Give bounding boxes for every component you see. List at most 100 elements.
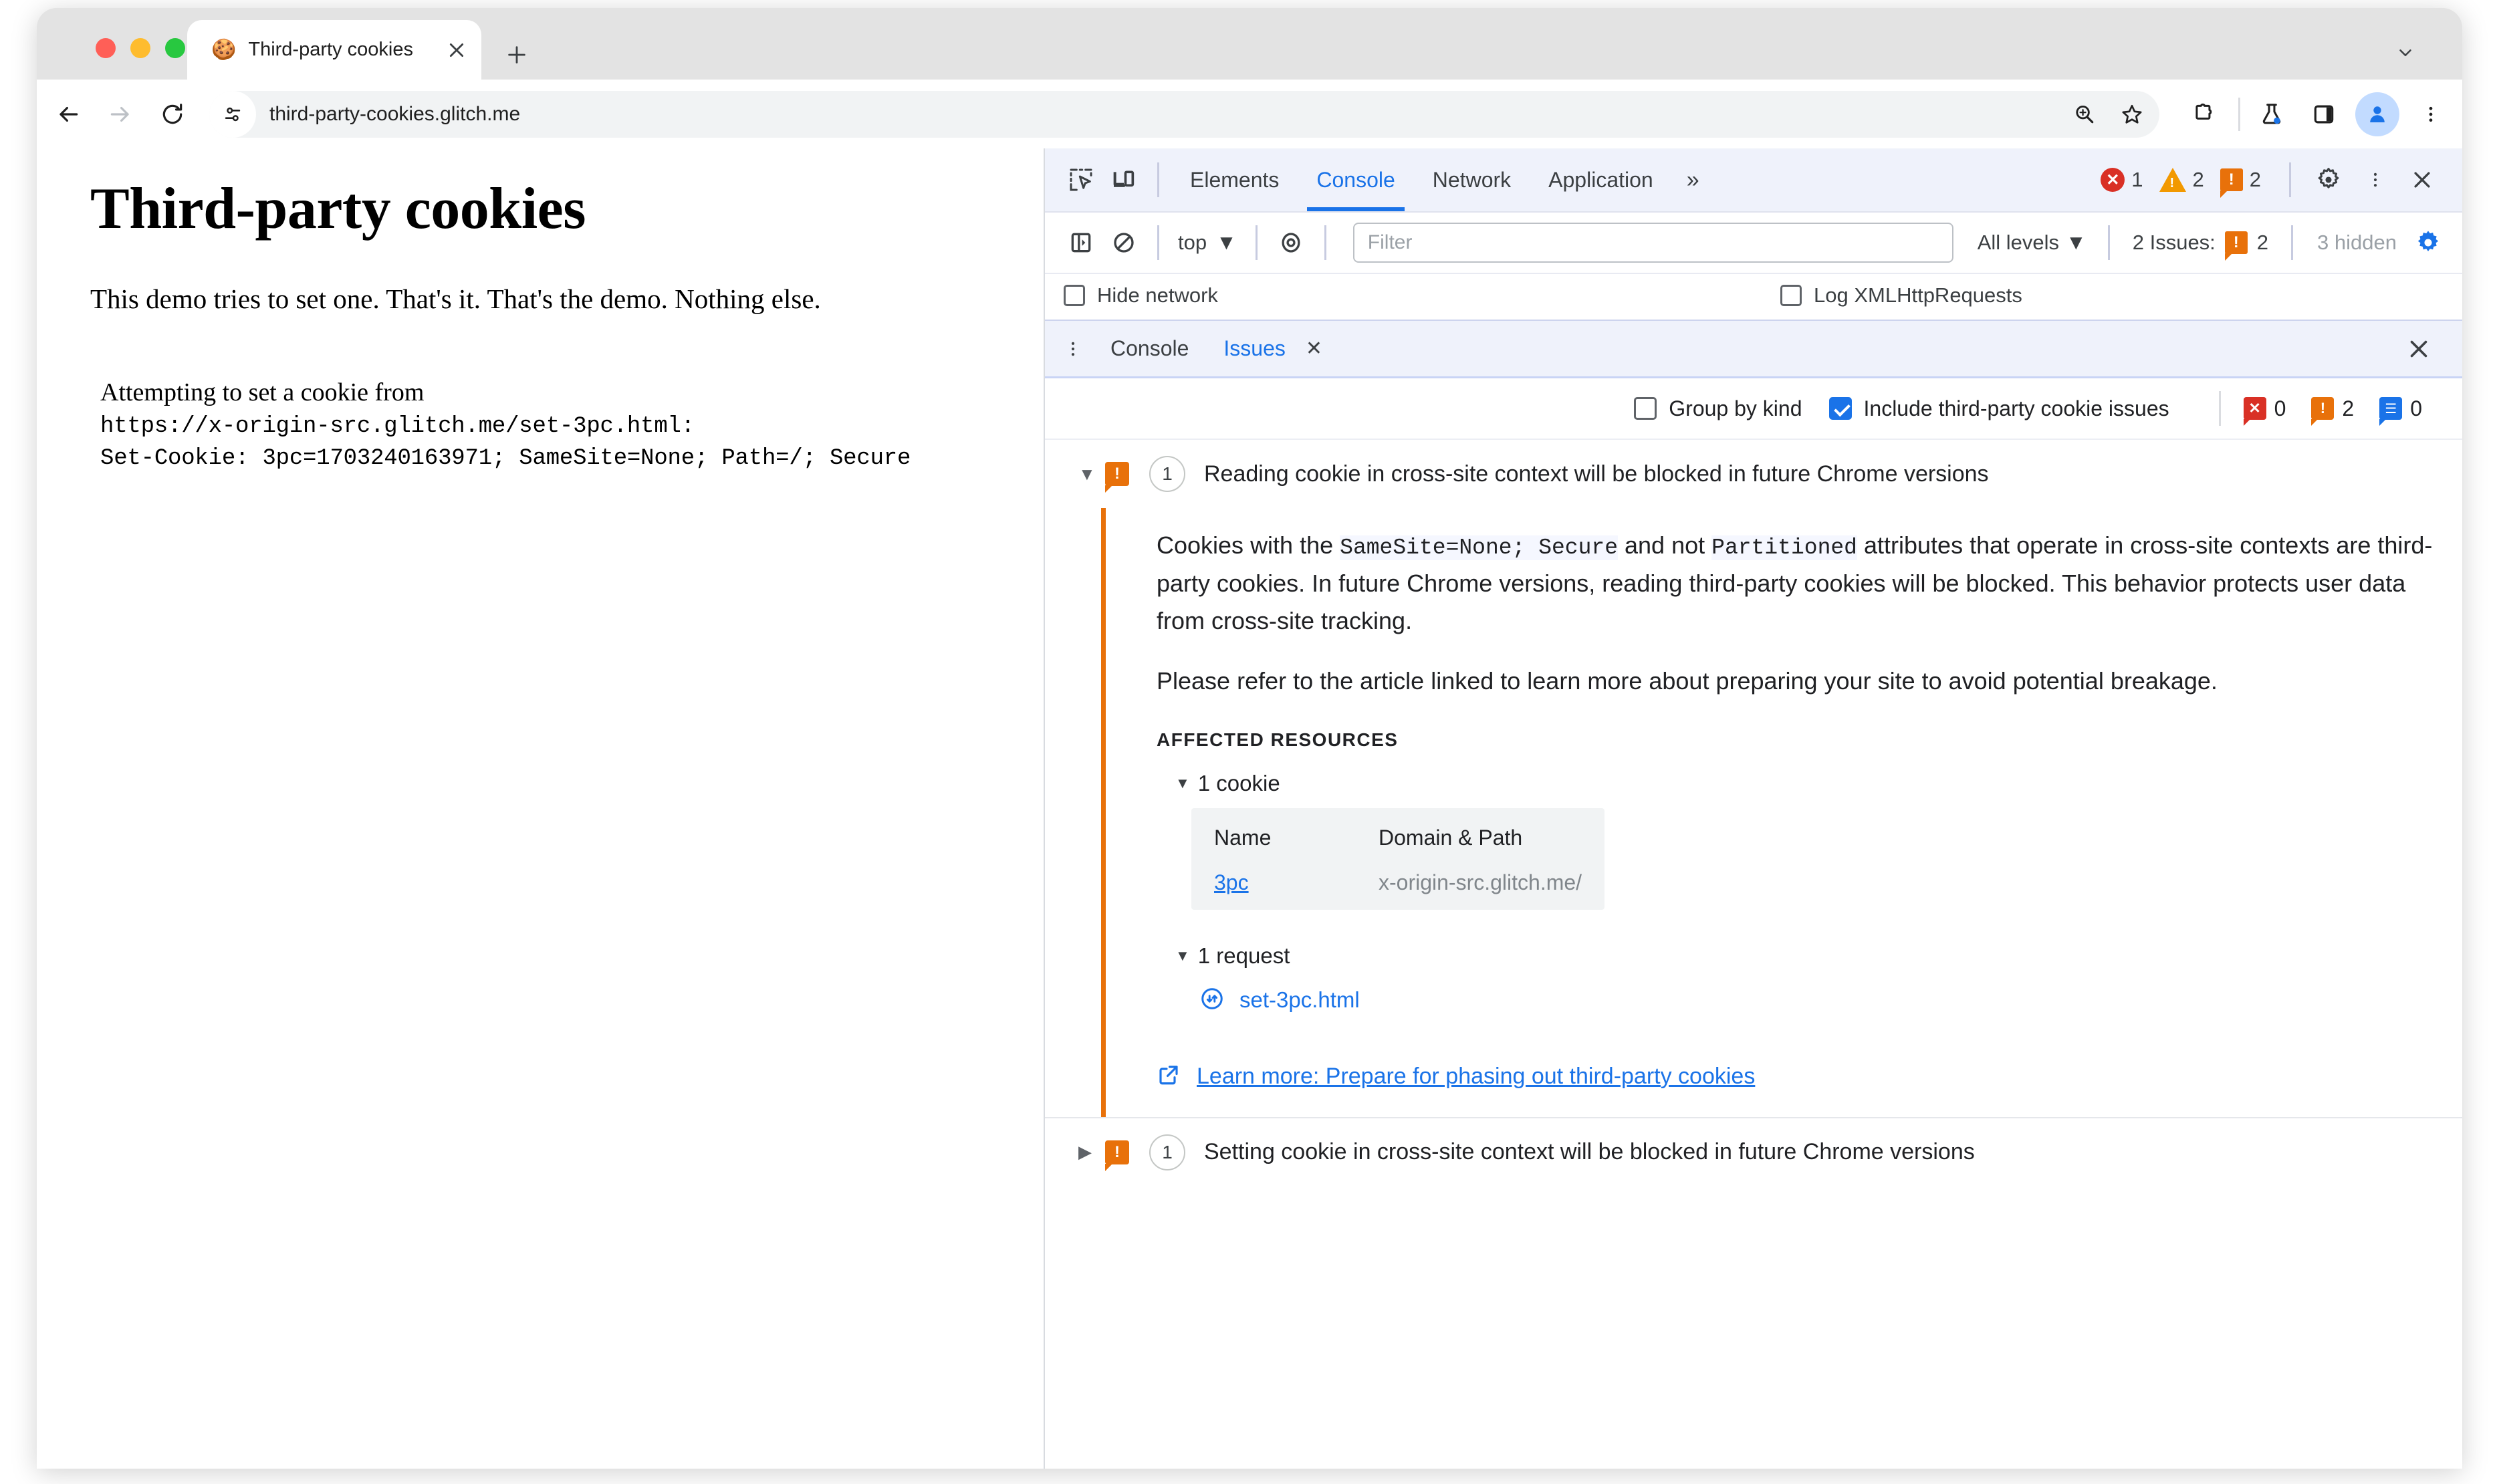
cookie-domain-path: x-origin-src.glitch.me/ (1379, 870, 1582, 894)
cookie-name-link[interactable]: 3pc (1214, 870, 1379, 895)
live-expression-eye-icon[interactable] (1270, 221, 1312, 264)
console-filter-input[interactable]: Filter (1352, 223, 1953, 263)
issue-header[interactable]: ▼ ! 1 Reading cookie in cross-site conte… (1045, 440, 2462, 508)
chevron-down-icon[interactable]: ▼ (1078, 464, 1105, 485)
issues-counters: ✕ 0 ! 2 ☰ 0 (2243, 396, 2442, 426)
drawer-tab-issues[interactable]: Issues (1206, 321, 1302, 378)
extensions-icon[interactable] (2183, 94, 2225, 135)
drawer-tab-console[interactable]: Console (1093, 321, 1206, 378)
page-attempt-label: Attempting to set a cookie from (100, 378, 425, 406)
issues-error-count: ✕ 0 (2243, 396, 2286, 426)
maximize-window-button[interactable] (165, 38, 185, 58)
devtools-menu-icon[interactable] (2354, 158, 2397, 201)
tab-application[interactable]: Application (1530, 148, 1672, 211)
close-issues-tab-icon[interactable]: ✕ (1294, 321, 1334, 378)
console-levels-selector[interactable]: All levels ▼ (1968, 231, 2096, 255)
address-bar-url[interactable]: third-party-cookies.glitch.me (269, 103, 2063, 126)
tab-strip: 🍪 Third-party cookies (37, 8, 2462, 80)
issue-title: Reading cookie in cross-site context wil… (1204, 461, 1989, 487)
request-group-toggle[interactable]: ▼ 1 request (1175, 943, 2462, 969)
clear-console-icon[interactable] (1102, 221, 1145, 264)
side-panel-icon[interactable] (2303, 94, 2345, 135)
hide-network-checkbox[interactable]: Hide network (1064, 283, 1218, 307)
cookie-group-toggle[interactable]: ▼ 1 cookie (1175, 771, 2462, 796)
reload-icon[interactable] (152, 94, 193, 135)
tab-console[interactable]: Console (1298, 148, 1413, 211)
back-icon[interactable] (47, 94, 89, 135)
console-levels-value: All levels (1977, 231, 2060, 254)
log-xhr-checkbox[interactable]: Log XMLHttpRequests (1780, 283, 2022, 307)
log-xhr-label: Log XMLHttpRequests (1814, 283, 2022, 307)
chevron-down-icon: ▼ (1175, 774, 1190, 791)
issue-count-value: 2 (2249, 168, 2261, 191)
issue-paragraph-2: Please refer to the article linked to le… (1157, 666, 2218, 695)
close-devtools-icon[interactable] (2401, 158, 2444, 201)
chrome-menu-icon[interactable] (2410, 94, 2452, 135)
tab-search-chevron-icon[interactable] (2389, 36, 2422, 70)
counters-divider (2289, 162, 2291, 197)
minimize-window-button[interactable] (130, 38, 150, 58)
content-area: Third-party cookies This demo tries to s… (37, 148, 2462, 1469)
chevron-right-icon[interactable]: ▶ (1078, 1142, 1105, 1162)
forward-icon[interactable] (100, 94, 141, 135)
zoom-icon[interactable] (2063, 94, 2105, 135)
inspect-element-icon[interactable] (1060, 158, 1102, 201)
page-source-url: https://x-origin-src.glitch.me/set-3pc.h… (100, 414, 695, 439)
affected-request-item[interactable]: set-3pc.html (1199, 986, 2462, 1015)
profile-icon[interactable] (2355, 92, 2399, 136)
issues-info-count-value: 0 (2410, 396, 2422, 420)
warning-icon: ! (2311, 397, 2335, 426)
cookie-icon: 🍪 (211, 38, 237, 61)
issue-icon: ! (2224, 231, 2248, 261)
issue-paragraph-1: Cookies with the SameSite=None; Secure a… (1157, 527, 2454, 640)
devtools-drawer: Console Issues ✕ Group by kind Include t… (1045, 320, 2462, 1469)
drawer-menu-icon[interactable] (1053, 340, 1093, 358)
site-info-icon[interactable] (209, 90, 256, 138)
issue-header[interactable]: ▶ ! 1 Setting cookie in cross-site conte… (1045, 1118, 2462, 1187)
console-context-selector[interactable]: top ▼ (1171, 231, 1243, 255)
issues-toolbar-divider (2218, 391, 2221, 426)
tab-title: Third-party cookies (248, 39, 413, 60)
new-tab-button[interactable] (498, 36, 536, 74)
filterbar-divider-4 (2107, 225, 2110, 260)
code-samesite-none-secure: SameSite=None; Secure (1340, 535, 1619, 560)
learn-more-link[interactable]: Learn more: Prepare for phasing out thir… (1197, 1064, 1755, 1090)
labs-flask-icon[interactable] (2251, 94, 2292, 135)
warning-icon (2159, 168, 2186, 192)
console-context-value: top (1178, 231, 1207, 254)
web-page-viewport: Third-party cookies This demo tries to s… (37, 148, 1045, 1469)
gear-icon[interactable] (2307, 158, 2350, 201)
chevron-down-icon: ▼ (1175, 947, 1190, 964)
checkbox-icon (1780, 285, 1802, 306)
group-by-kind-checkbox[interactable]: Group by kind (1634, 396, 1802, 421)
address-bar[interactable]: third-party-cookies.glitch.me (209, 90, 2159, 138)
issue-occurrence-count: 1 (1149, 456, 1185, 492)
console-sidebar-icon[interactable] (1060, 221, 1102, 264)
browser-window: 🍪 Third-party cookies third-party-cookie… (37, 8, 2462, 1469)
bookmark-star-icon[interactable] (2111, 94, 2153, 135)
close-tab-icon[interactable] (441, 35, 472, 66)
tabbar-divider (1157, 162, 1159, 197)
external-link-icon (1157, 1063, 1181, 1090)
more-tabs-icon[interactable]: » (1672, 167, 1714, 193)
include-third-party-checkbox[interactable]: Include third-party cookie issues (1828, 396, 2169, 421)
tab-elements[interactable]: Elements (1171, 148, 1298, 211)
tab-network[interactable]: Network (1414, 148, 1530, 211)
issue-count[interactable]: ! 2 (2220, 168, 2261, 198)
learn-more-row[interactable]: Learn more: Prepare for phasing out thir… (1157, 1063, 2462, 1090)
browser-tab[interactable]: 🍪 Third-party cookies (187, 20, 481, 80)
console-issues-summary[interactable]: 2 Issues: ! 2 (2122, 231, 2279, 261)
close-window-button[interactable] (96, 38, 116, 58)
console-issues-label: 2 Issues: (2132, 231, 2216, 254)
issues-info-count: ☰ 0 (2379, 396, 2422, 426)
warning-count[interactable]: 2 (2159, 168, 2204, 192)
filterbar-divider-3 (1324, 225, 1326, 260)
issue-title: Setting cookie in cross-site context wil… (1204, 1139, 1975, 1165)
request-link[interactable]: set-3pc.html (1239, 987, 1360, 1013)
device-toolbar-icon[interactable] (1102, 158, 1145, 201)
close-drawer-icon[interactable] (2395, 326, 2442, 372)
console-settings-gear-icon[interactable] (2409, 223, 2448, 262)
error-count[interactable]: ✕ 1 (2101, 168, 2143, 192)
affected-resources-label: AFFECTED RESOURCES (1157, 729, 1399, 750)
code-partitioned: Partitioned (1711, 535, 1857, 560)
